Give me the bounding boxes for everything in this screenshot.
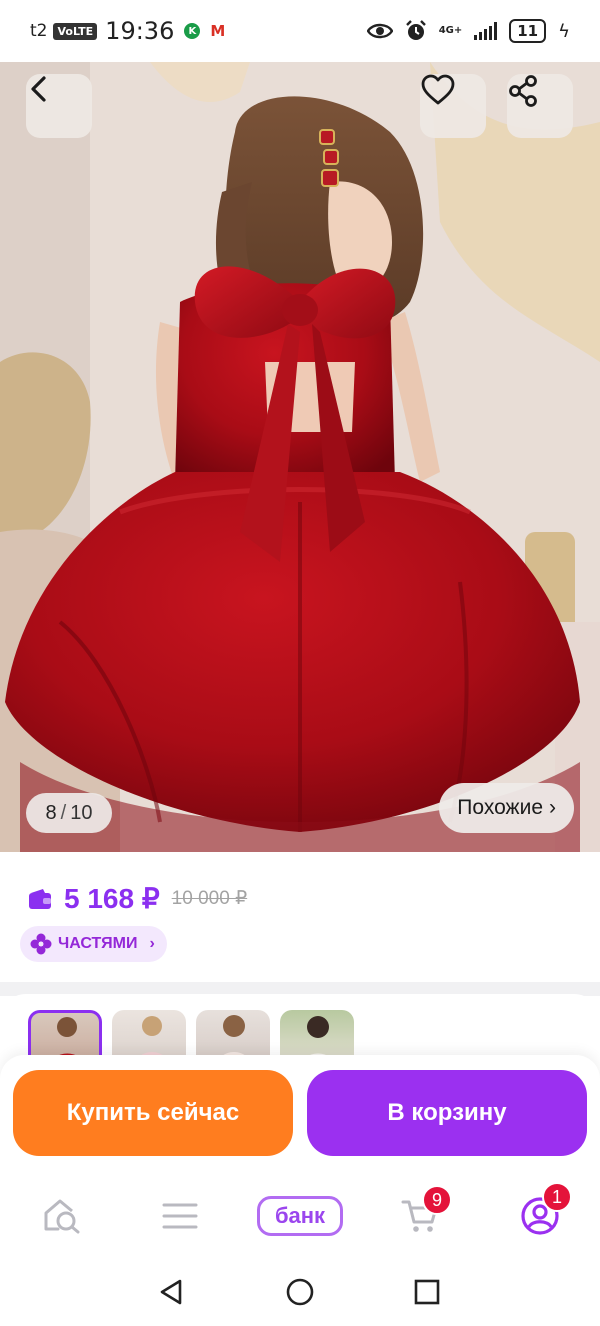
similar-button[interactable]: Похожие › <box>439 783 574 833</box>
buy-now-button[interactable]: Купить сейчас <box>13 1070 293 1156</box>
charging-icon: ϟ <box>558 20 570 42</box>
search-home-icon <box>44 1199 80 1234</box>
recents-square-icon <box>414 1279 440 1305</box>
share-icon <box>509 75 537 107</box>
favorite-button[interactable] <box>420 74 486 138</box>
share-button[interactable] <box>507 74 573 138</box>
price-row: 5 168 ₽ 10 000 ₽ <box>28 882 247 915</box>
nav-home[interactable] <box>37 1193 87 1239</box>
eye-icon <box>366 23 393 39</box>
signal-icon <box>474 22 498 40</box>
gmail-icon: M <box>210 22 226 40</box>
bottom-navigation: банк 9 1 <box>0 1171 600 1261</box>
system-recents-button[interactable] <box>412 1277 442 1307</box>
carrier-name: t2 <box>30 21 48 41</box>
system-home-button[interactable] <box>285 1277 315 1307</box>
status-bar: t2 VoLTE 19:36 K M 4G+ 11 ϟ <box>0 0 600 62</box>
status-time: 19:36 <box>105 17 175 45</box>
heart-icon <box>421 74 455 105</box>
alarm-icon <box>405 20 426 40</box>
cart-count-badge: 9 <box>422 1185 452 1215</box>
back-button[interactable] <box>26 74 92 138</box>
gallery-total: 10 <box>70 801 93 824</box>
profile-notification-badge: 1 <box>542 1182 572 1212</box>
system-back-button[interactable] <box>156 1277 186 1307</box>
price-section: 5 168 ₽ 10 000 ₽ ЧАСТЯМИ › <box>0 852 600 982</box>
battery-icon: 11 <box>509 19 547 43</box>
add-to-cart-button[interactable]: В корзину <box>307 1070 587 1156</box>
nav-bank[interactable]: банк <box>257 1196 343 1236</box>
installments-badge[interactable]: ЧАСТЯМИ › <box>20 926 167 962</box>
installments-label: ЧАСТЯМИ <box>58 935 138 952</box>
product-photo <box>0 62 600 860</box>
volte-badge: VoLTE <box>53 22 98 40</box>
current-price: 5 168 ₽ <box>64 883 160 914</box>
gallery-separator: / <box>60 801 67 824</box>
similar-label: Похожие <box>457 796 543 819</box>
home-circle-icon <box>286 1278 314 1306</box>
status-right-group: 4G+ 11 ϟ <box>366 19 570 43</box>
gallery-counter: 8 / 10 <box>26 793 112 833</box>
system-navigation-bar <box>0 1261 600 1326</box>
back-triangle-icon <box>160 1279 182 1305</box>
chevron-right-icon: › <box>549 796 556 819</box>
network-type: 4G+ <box>438 25 463 36</box>
back-arrow-icon <box>31 76 46 102</box>
chevron-right-icon: › <box>149 935 155 952</box>
kaspersky-icon: K <box>184 23 201 39</box>
catalog-menu-icon <box>162 1203 198 1229</box>
wallet-icon <box>29 888 51 909</box>
old-price: 10 000 ₽ <box>171 888 248 909</box>
product-page: t2 VoLTE 19:36 K M 4G+ 11 ϟ 8 / 10 Похож… <box>0 0 600 1326</box>
nav-catalog[interactable] <box>155 1193 205 1239</box>
product-image[interactable]: 8 / 10 Похожие › <box>0 62 600 860</box>
gallery-current: 8 <box>45 801 57 824</box>
purchase-action-bar: Купить сейчас В корзину <box>0 1055 600 1171</box>
installments-icon <box>30 933 52 955</box>
